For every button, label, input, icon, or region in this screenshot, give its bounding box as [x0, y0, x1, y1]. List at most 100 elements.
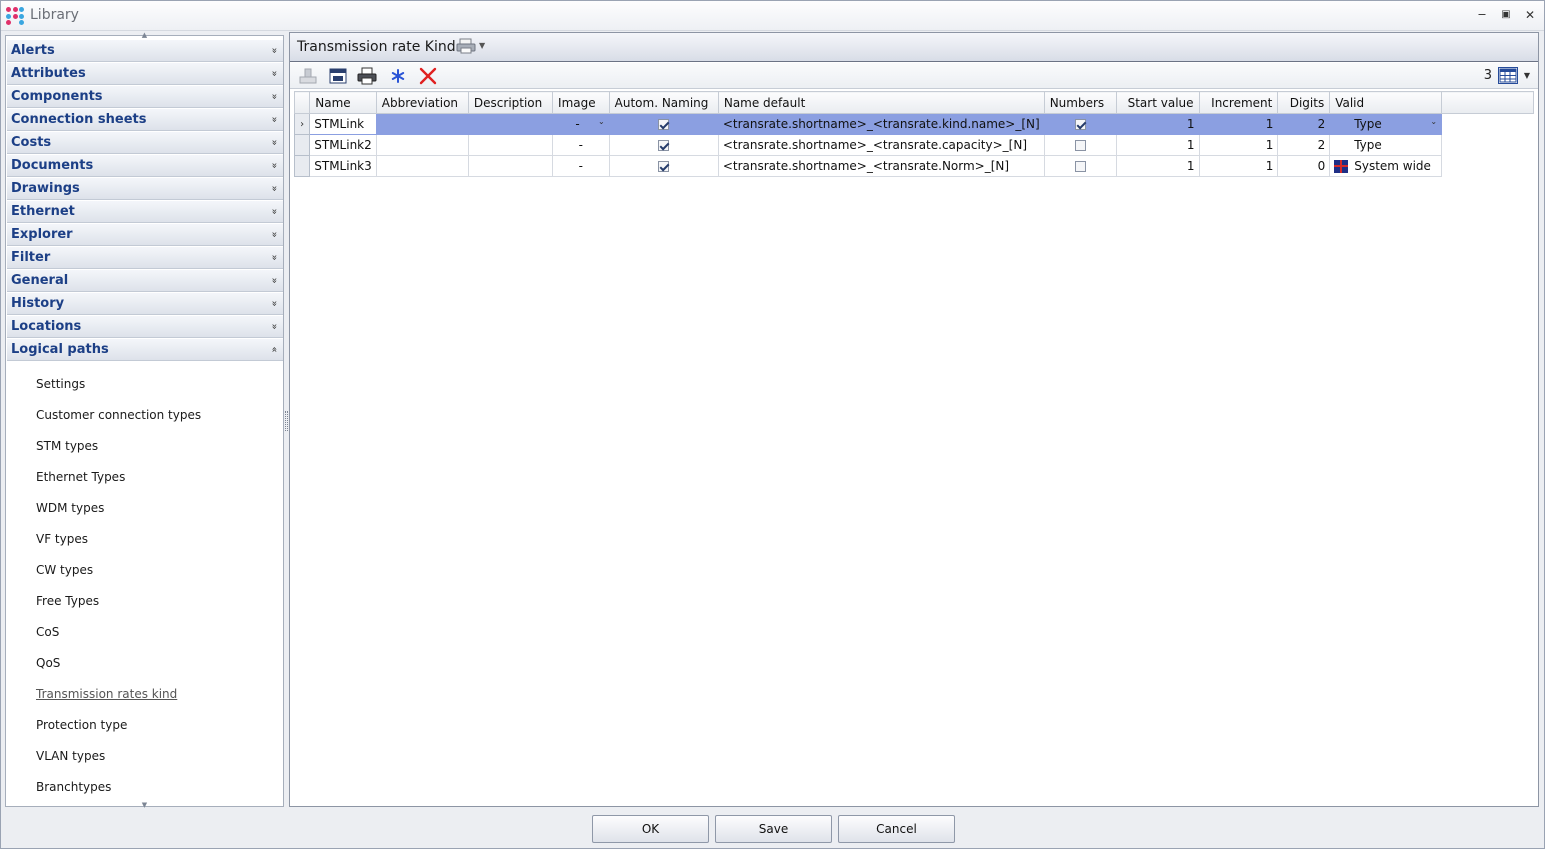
chevron-down-icon[interactable]: » [263, 93, 284, 99]
nav-item-cw-types[interactable]: CW types [36, 561, 93, 579]
cell-name-default[interactable]: <transrate.shortname>_<transrate.kind.na… [717, 113, 1045, 135]
print-icon[interactable] [357, 67, 377, 85]
nav-section-history[interactable]: History » [7, 293, 283, 315]
cell-increment[interactable]: 1 [1198, 113, 1279, 135]
chevron-down-icon[interactable]: » [263, 70, 284, 76]
valid-dropdown-icon[interactable]: ⌄ [1430, 117, 1437, 126]
autom-naming-checkbox[interactable] [658, 119, 670, 130]
cell-numbers[interactable] [1043, 155, 1117, 177]
column-header-description[interactable]: Description [467, 91, 554, 114]
nav-section-connection-sheets[interactable]: Connection sheets » [7, 109, 283, 131]
column-header-name[interactable]: Name [309, 91, 377, 114]
chevron-down-icon[interactable]: » [263, 300, 284, 306]
column-header-numbers[interactable]: Numbers [1043, 91, 1117, 114]
cell-increment[interactable]: 1 [1198, 134, 1279, 156]
cell-abbreviation[interactable] [375, 155, 469, 177]
column-header-name-default[interactable]: Name default [717, 91, 1045, 114]
nav-item-wdm-types[interactable]: WDM types [36, 499, 104, 517]
cell-description[interactable] [467, 155, 554, 177]
panel-splitter[interactable] [285, 411, 288, 431]
chevron-down-icon[interactable]: » [263, 277, 284, 283]
cell-valid[interactable]: Type [1329, 134, 1443, 156]
cell-name[interactable]: STMLink2 [309, 134, 377, 156]
nav-section-drawings[interactable]: Drawings » [7, 178, 283, 200]
nav-section-costs[interactable]: Costs » [7, 132, 283, 154]
nav-item-cos[interactable]: CoS [36, 623, 59, 641]
cell-start-value[interactable]: 1 [1115, 113, 1200, 135]
cell-valid[interactable]: Type ⌄ [1329, 113, 1443, 135]
current-row-indicator-icon[interactable]: › [293, 113, 311, 135]
nav-section-locations[interactable]: Locations » [7, 316, 283, 338]
cell-start-value[interactable]: 1 [1115, 155, 1200, 177]
nav-section-attributes[interactable]: Attributes » [7, 63, 283, 85]
nav-section-ethernet[interactable]: Ethernet » [7, 201, 283, 223]
nav-item-stm-types[interactable]: STM types [36, 437, 98, 455]
cell-digits[interactable]: 2 [1277, 134, 1331, 156]
row-indicator[interactable] [293, 134, 311, 156]
nav-section-explorer[interactable]: Explorer » [7, 224, 283, 246]
nav-item-ethernet-types[interactable]: Ethernet Types [36, 468, 125, 486]
scroll-down-icon[interactable]: ▼ [6, 802, 283, 809]
cancel-button[interactable]: Cancel [838, 815, 955, 843]
nav-item-free-types[interactable]: Free Types [36, 592, 99, 610]
cell-increment[interactable]: 1 [1198, 155, 1279, 177]
cell-numbers[interactable] [1043, 113, 1117, 135]
nav-section-documents[interactable]: Documents » [7, 155, 283, 177]
chevron-down-icon[interactable]: » [263, 139, 284, 145]
cell-name-default[interactable]: <transrate.shortname>_<transrate.capacit… [717, 134, 1045, 156]
nav-item-settings[interactable]: Settings [36, 375, 85, 393]
print-dropdown-icon[interactable]: ▼ [479, 41, 485, 50]
freeze-icon[interactable] [388, 67, 408, 85]
maximize-button[interactable]: ▣ [1495, 6, 1517, 24]
column-header-image[interactable]: Image [552, 91, 610, 114]
cell-autom-naming[interactable] [608, 134, 719, 156]
chevron-up-icon[interactable]: « [263, 346, 284, 352]
column-chooser-icon[interactable] [1498, 67, 1518, 84]
cell-autom-naming[interactable] [608, 155, 719, 177]
cell-description[interactable] [467, 113, 554, 135]
nav-item-vf-types[interactable]: VF types [36, 530, 88, 548]
cell-name-default[interactable]: <transrate.shortname>_<transrate.Norm>_[… [717, 155, 1045, 177]
ok-button[interactable]: OK [592, 815, 709, 843]
table-row[interactable]: STMLink3 - <transrate.shortname>_<transrat… [293, 155, 1534, 177]
cell-name[interactable]: STMLink [309, 113, 377, 135]
chevron-down-icon[interactable]: » [263, 47, 284, 53]
cell-image[interactable]: - [552, 155, 610, 177]
cell-start-value[interactable]: 1 [1115, 134, 1200, 156]
image-dropdown-icon[interactable]: ⌄ [598, 117, 605, 126]
cell-description[interactable] [467, 134, 554, 156]
nav-item-qos[interactable]: QoS [36, 654, 60, 672]
delete-icon[interactable] [418, 67, 438, 85]
cell-image[interactable]: - ⌄ [552, 113, 610, 135]
nav-section-general[interactable]: General » [7, 270, 283, 292]
save-icon[interactable] [328, 67, 348, 85]
cell-numbers[interactable] [1043, 134, 1117, 156]
chevron-down-icon[interactable]: » [263, 254, 284, 260]
nav-section-logical-paths[interactable]: Logical paths « [7, 339, 283, 361]
save-button[interactable]: Save [715, 815, 832, 843]
cell-digits[interactable]: 0 [1277, 155, 1331, 177]
column-chooser-dropdown-icon[interactable]: ▼ [1524, 71, 1530, 80]
chevron-down-icon[interactable]: » [263, 323, 284, 329]
cell-name[interactable]: STMLink3 [309, 155, 377, 177]
row-indicator[interactable] [293, 155, 311, 177]
nav-section-components[interactable]: Components » [7, 86, 283, 108]
cell-digits[interactable]: 2 [1277, 113, 1331, 135]
numbers-checkbox[interactable] [1074, 140, 1086, 151]
cell-autom-naming[interactable] [608, 113, 719, 135]
cell-abbreviation[interactable] [375, 134, 469, 156]
autom-naming-checkbox[interactable] [658, 140, 670, 151]
nav-item-branchtypes[interactable]: Branchtypes [36, 778, 111, 796]
print-menu-icon[interactable] [456, 38, 476, 54]
autom-naming-checkbox[interactable] [658, 161, 670, 172]
nav-item-protection-type[interactable]: Protection type [36, 716, 127, 734]
nav-section-filter[interactable]: Filter » [7, 247, 283, 269]
nav-item-customer-connection-types[interactable]: Customer connection types [36, 406, 201, 424]
column-header-increment[interactable]: Increment [1198, 91, 1279, 114]
chevron-down-icon[interactable]: » [263, 208, 284, 214]
nav-section-alerts[interactable]: Alerts » [7, 40, 283, 62]
column-header-abbreviation[interactable]: Abbreviation [375, 91, 469, 114]
column-header-digits[interactable]: Digits [1277, 91, 1331, 114]
cell-abbreviation[interactable] [375, 113, 469, 135]
column-header-autom-naming[interactable]: Autom. Naming [608, 91, 719, 114]
